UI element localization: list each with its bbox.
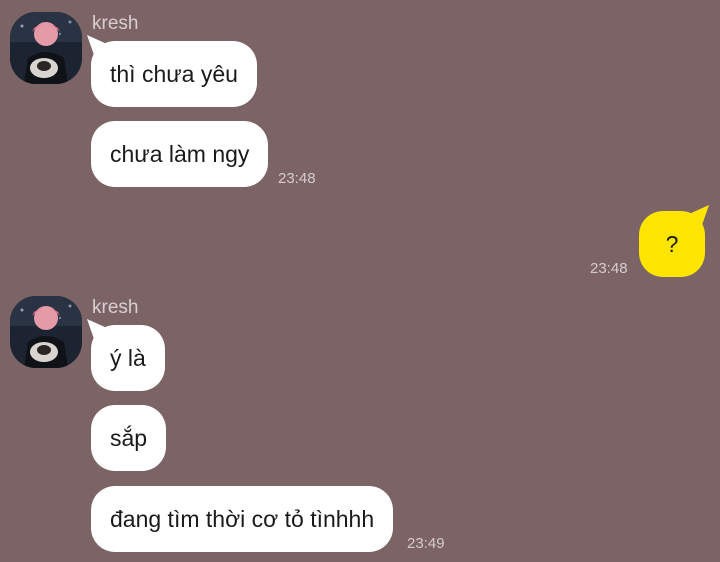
message-text: thì chưa yêu bbox=[110, 61, 238, 87]
sender-name: kresh bbox=[92, 297, 139, 318]
profile-photo bbox=[10, 12, 82, 84]
message-bubble[interactable]: đang tìm thời cơ tỏ tìnhhh bbox=[91, 486, 394, 552]
message-bubble[interactable]: ý là bbox=[91, 325, 165, 391]
message-timestamp: 23:49 bbox=[407, 535, 445, 552]
message-text: ? bbox=[665, 231, 679, 257]
profile-photo bbox=[10, 296, 82, 368]
message-bubble[interactable]: chưa làm ngy bbox=[91, 121, 269, 187]
avatar[interactable] bbox=[10, 12, 82, 84]
message-timestamp: 23:48 bbox=[278, 170, 316, 187]
message-text: chưa làm ngy bbox=[110, 141, 250, 167]
sender-name: kresh bbox=[92, 13, 139, 34]
message-timestamp: 23:48 bbox=[590, 260, 628, 277]
message-text: sắp bbox=[110, 425, 148, 451]
message-bubble[interactable]: ? bbox=[639, 211, 705, 277]
message-bubble[interactable]: thì chưa yêu bbox=[91, 41, 257, 107]
message-text: ý là bbox=[110, 345, 146, 371]
avatar[interactable] bbox=[10, 296, 82, 368]
message-text: đang tìm thời cơ tỏ tìnhhh bbox=[110, 506, 375, 532]
message-bubble[interactable]: sắp bbox=[91, 405, 167, 471]
